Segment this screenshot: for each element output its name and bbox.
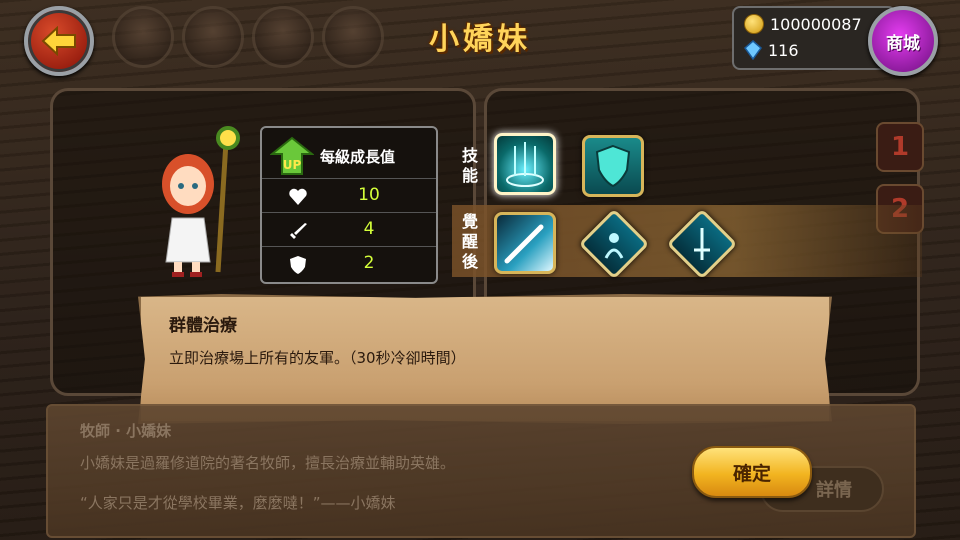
holy-sword-icon [694, 228, 710, 260]
skill-name: 群體治療 [169, 316, 237, 336]
confirm-button[interactable]: 確定 [692, 446, 812, 498]
growth-stats-box: UP 每級成長值 10 4 2 [260, 126, 438, 284]
hero-portrait[interactable] [182, 6, 244, 68]
heal-circle-icon [506, 142, 544, 187]
stat-value: 4 [363, 219, 375, 239]
healing-figure-icon [604, 233, 624, 259]
shield-icon [595, 144, 631, 188]
awaken-label: 覺醒後 [462, 212, 479, 271]
hero-bio: 小嬌妹是過羅修道院的著名牧師，擅長治療並輔助英雄。 [80, 454, 456, 472]
gem-count: 116 [768, 40, 799, 60]
awaken-skill-1[interactable] [494, 212, 556, 274]
hero-quote: “人家只是才從學校畢業，麼麼噠！”——小嬌妹 [80, 494, 396, 512]
skills-label: 技能 [462, 146, 479, 185]
sword-icon [290, 223, 307, 239]
stat-row-hp: 10 [262, 178, 436, 213]
hero-character [162, 126, 240, 277]
comet-icon [504, 224, 544, 264]
back-button[interactable] [24, 6, 94, 76]
hero-class-name: 牧師 · 小嬌妹 [80, 422, 172, 440]
back-arrow-icon [41, 26, 76, 56]
skill-heal-all[interactable] [494, 133, 556, 195]
hero-portrait[interactable] [322, 6, 384, 68]
diamond-gem-icon [744, 40, 762, 60]
heart-icon [289, 188, 307, 205]
growth-title: 每級成長值 [320, 147, 396, 166]
skill-description: 立即治療場上所有的友軍。（30秒冷卻時間） [169, 349, 466, 367]
hero-portrait[interactable] [252, 6, 314, 68]
coin-count: 100000087 [770, 14, 862, 34]
stat-value: 2 [363, 253, 375, 273]
level-up-icon: UP [270, 136, 314, 175]
skill-shield[interactable] [582, 135, 644, 197]
tab-1[interactable]: 1 [876, 122, 924, 172]
shield-icon [290, 256, 306, 274]
coin-icon [744, 14, 764, 34]
shop-button[interactable]: 商城 [868, 6, 938, 76]
hero-portrait[interactable] [112, 6, 174, 68]
svg-text:UP: UP [283, 158, 302, 172]
stat-row-attack: 4 [262, 212, 436, 247]
page-title: 小嬌妹 [429, 22, 531, 57]
stat-value: 10 [358, 185, 380, 205]
stat-row-defense: 2 [262, 246, 436, 281]
